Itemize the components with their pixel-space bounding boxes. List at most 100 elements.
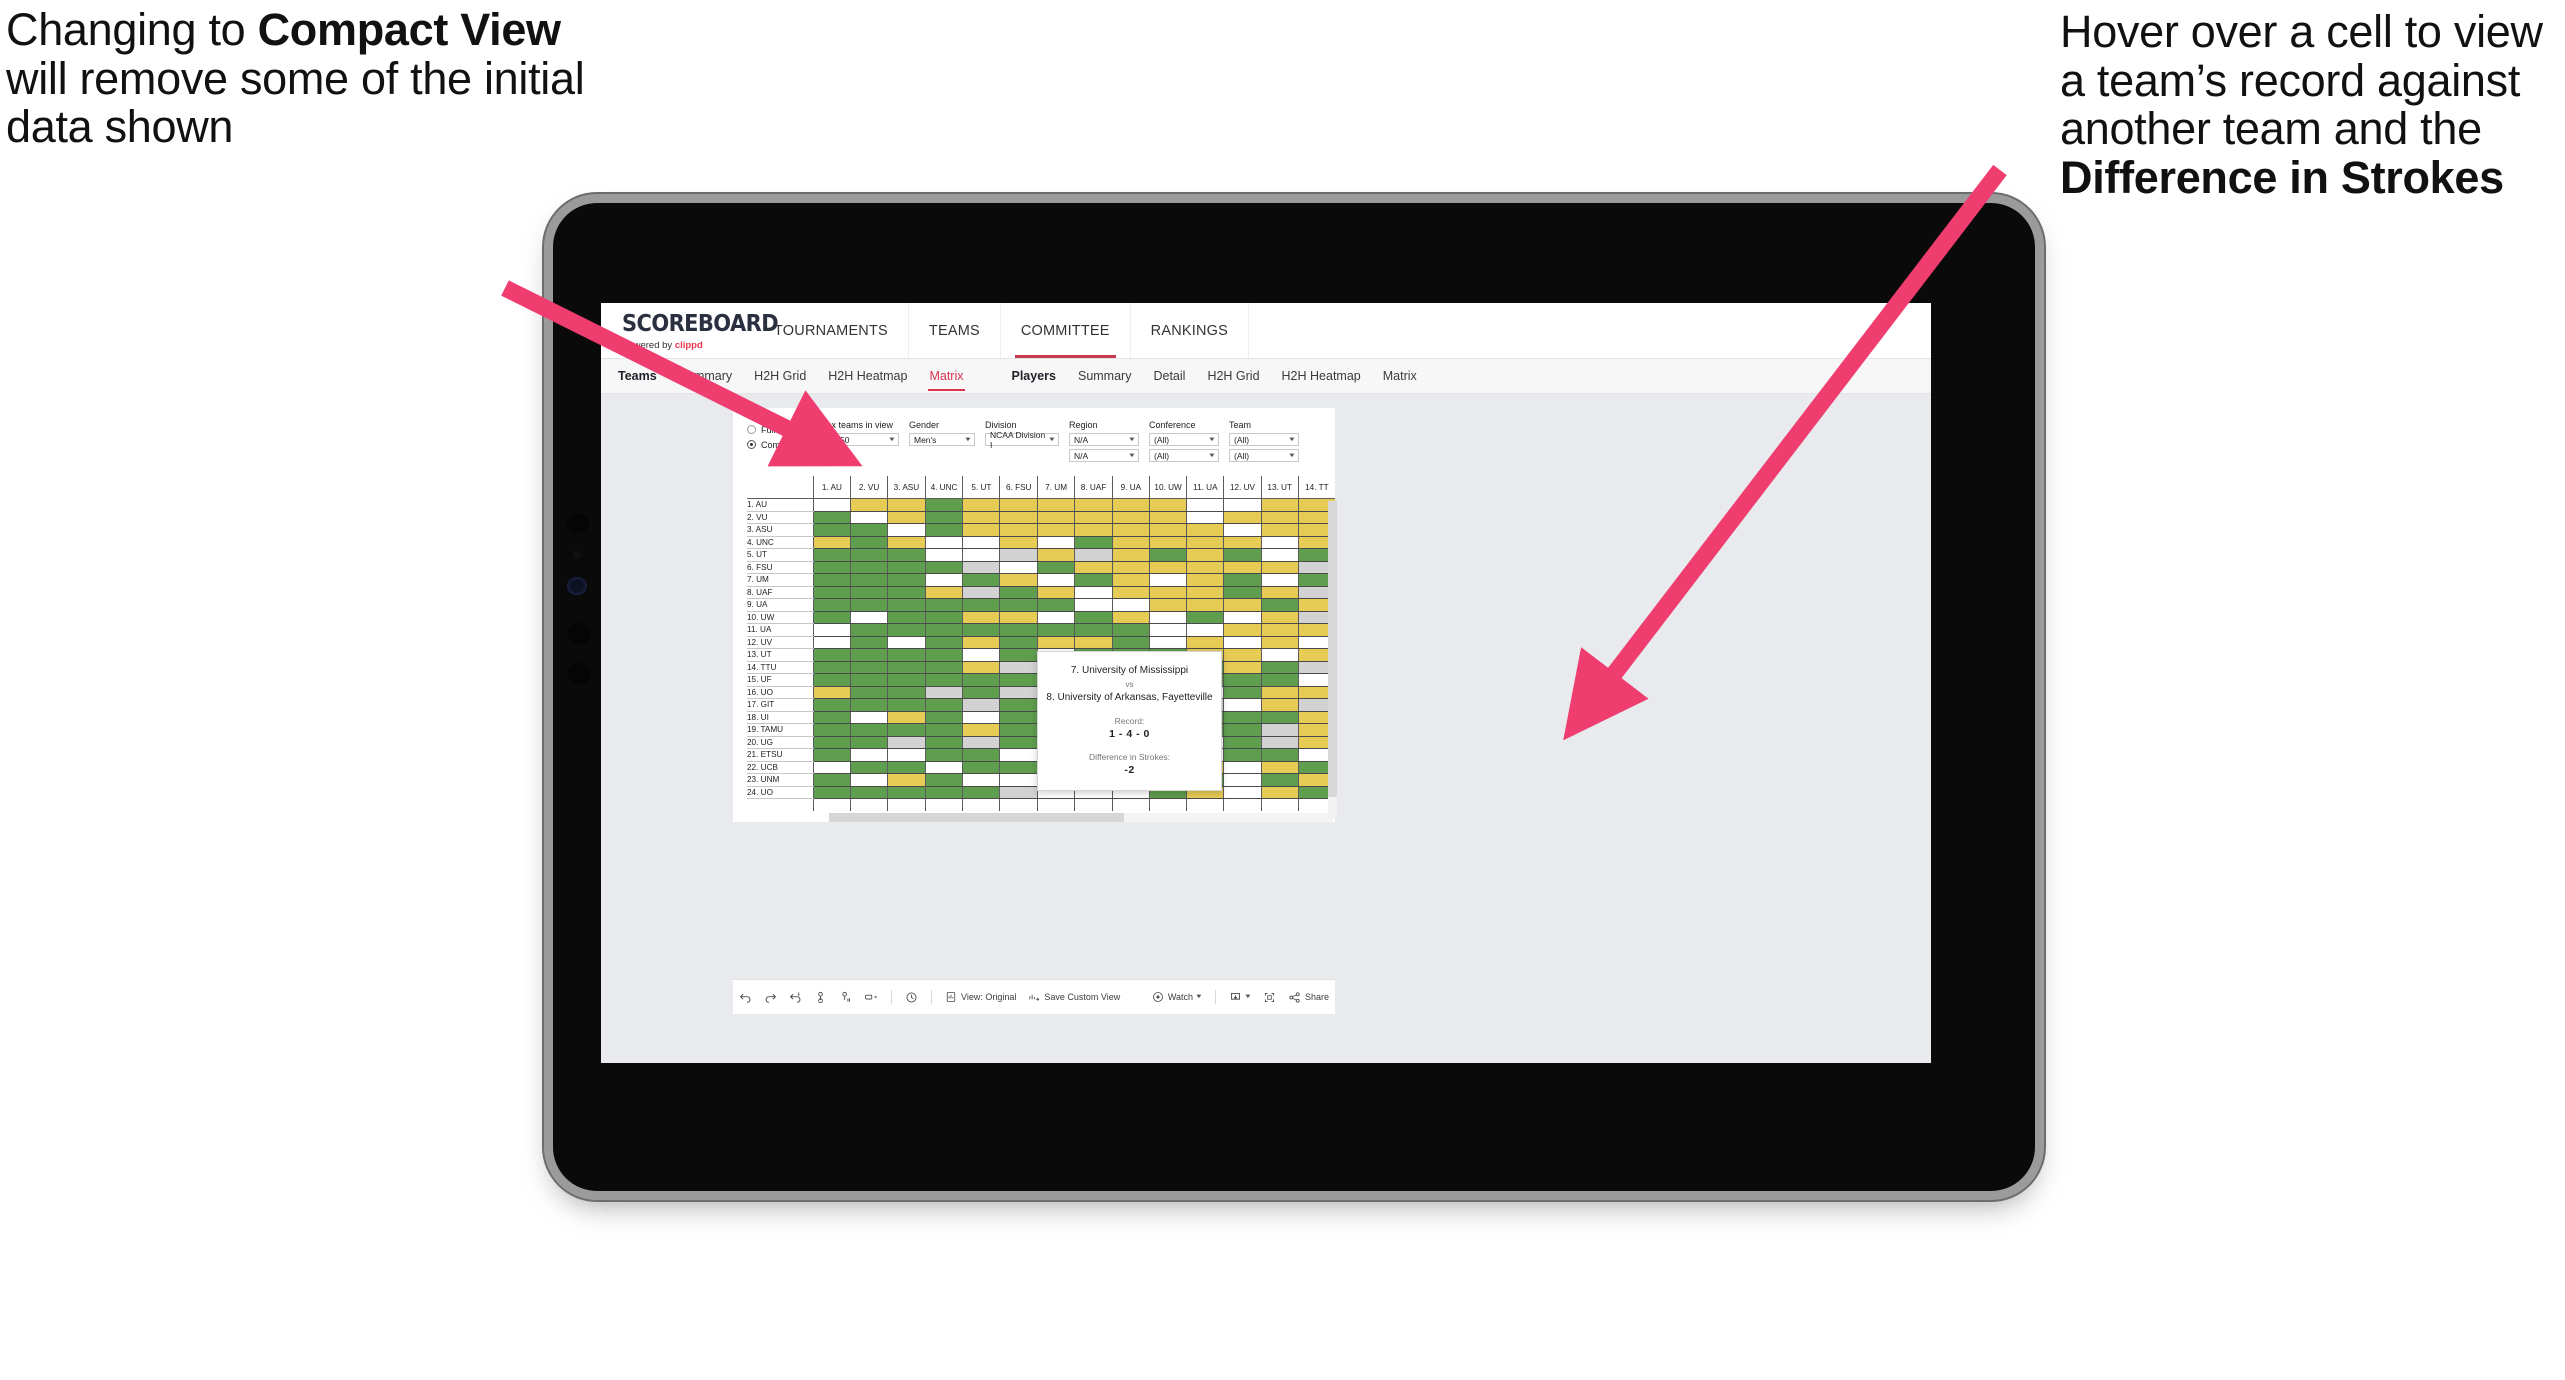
matrix-cell[interactable] [849, 723, 888, 737]
matrix-cell[interactable] [962, 561, 1000, 574]
matrix-cell[interactable] [1186, 623, 1224, 637]
matrix-cell[interactable] [999, 673, 1038, 687]
matrix-cell[interactable] [887, 561, 926, 574]
matrix-cell[interactable] [1260, 623, 1299, 637]
matrix-cell[interactable] [887, 748, 926, 762]
matrix-cell[interactable] [1111, 623, 1150, 637]
matrix-cell[interactable] [1223, 661, 1262, 674]
matrix-cell[interactable] [849, 498, 888, 512]
matrix-cell[interactable] [962, 698, 1000, 712]
nav-teams[interactable]: TEAMS [909, 303, 1001, 358]
matrix-cell[interactable] [1223, 498, 1262, 512]
matrix-cell[interactable] [1148, 623, 1187, 637]
matrix-cell[interactable] [999, 761, 1038, 774]
matrix-cell[interactable] [924, 611, 963, 624]
matrix-cell[interactable] [1223, 523, 1262, 537]
matrix-cell[interactable] [1260, 598, 1299, 612]
filter-region-select-2[interactable]: N/A ▼ [1069, 449, 1139, 462]
matrix-cell[interactable] [812, 623, 851, 637]
radio-full-view[interactable]: Full View [747, 422, 819, 437]
matrix-cell[interactable] [1260, 523, 1299, 537]
matrix-cell[interactable] [812, 673, 851, 687]
matrix-cell[interactable] [1148, 523, 1187, 537]
matrix-cell[interactable] [887, 673, 926, 687]
matrix-cell[interactable] [999, 686, 1038, 699]
matrix-cell[interactable] [849, 773, 888, 787]
matrix-cell[interactable] [1223, 561, 1262, 574]
matrix-cell[interactable] [1074, 586, 1113, 599]
matrix-cell[interactable] [924, 761, 963, 774]
matrix-cell[interactable] [962, 761, 1000, 774]
h2h-matrix[interactable]: 1. AU 2. VU 3. ASU 4. UNC 5. UT 6. FSU 7. UM 8.… [733, 476, 1337, 822]
matrix-vertical-scrollbar-thumb[interactable] [1328, 501, 1337, 797]
matrix-cell[interactable] [1223, 736, 1262, 749]
matrix-cell[interactable] [887, 498, 926, 512]
matrix-cell[interactable] [1186, 561, 1224, 574]
matrix-cell[interactable] [1036, 536, 1075, 549]
filter-max-teams-select[interactable]: Top 50 ▼ [819, 433, 899, 446]
matrix-cell[interactable] [999, 723, 1038, 737]
matrix-cell[interactable] [1260, 748, 1299, 762]
matrix-cell[interactable] [1223, 536, 1262, 549]
matrix-cell[interactable] [849, 623, 888, 637]
matrix-cell[interactable] [1148, 548, 1187, 562]
matrix-cell[interactable] [1223, 648, 1262, 662]
revert-button[interactable] [783, 991, 808, 1004]
matrix-row[interactable]: 9. UA [747, 598, 1335, 612]
matrix-cell[interactable] [849, 548, 888, 562]
matrix-cell[interactable] [812, 573, 851, 587]
matrix-cell[interactable] [887, 711, 926, 724]
matrix-cell[interactable] [1186, 511, 1224, 524]
matrix-cell[interactable] [849, 511, 888, 524]
matrix-horizontal-scrollbar[interactable] [829, 812, 1333, 822]
matrix-row[interactable]: 1. AU [747, 498, 1335, 512]
matrix-cell[interactable] [812, 598, 851, 612]
matrix-cell[interactable] [849, 786, 888, 799]
matrix-cell[interactable] [1074, 548, 1113, 562]
matrix-cell[interactable] [962, 498, 1000, 512]
matrix-cell[interactable] [887, 586, 926, 599]
matrix-cell[interactable] [924, 773, 963, 787]
matrix-cell[interactable] [1260, 786, 1299, 799]
matrix-cell[interactable] [1036, 623, 1075, 637]
filter-team-select-1[interactable]: (All) ▼ [1229, 433, 1299, 446]
refresh-button[interactable] [808, 991, 833, 1004]
matrix-cell[interactable] [1223, 711, 1262, 724]
subnav-teams-h2h-grid[interactable]: H2H Grid [743, 359, 817, 393]
matrix-cell[interactable] [1260, 673, 1299, 687]
matrix-cell[interactable] [1223, 548, 1262, 562]
matrix-cell[interactable] [1223, 611, 1262, 624]
matrix-cell[interactable] [849, 648, 888, 662]
matrix-cell[interactable] [924, 636, 963, 649]
matrix-cell[interactable] [924, 548, 963, 562]
matrix-cell[interactable] [1074, 523, 1113, 537]
matrix-cell[interactable] [849, 611, 888, 624]
matrix-cell[interactable] [1148, 536, 1187, 549]
nav-rankings[interactable]: RANKINGS [1131, 303, 1250, 358]
matrix-cell[interactable] [924, 498, 963, 512]
matrix-cell[interactable] [812, 698, 851, 712]
matrix-cell[interactable] [812, 748, 851, 762]
matrix-cell[interactable] [1260, 573, 1299, 587]
matrix-cell[interactable] [999, 573, 1038, 587]
matrix-cell[interactable] [849, 698, 888, 712]
matrix-cell[interactable] [849, 736, 888, 749]
matrix-cell[interactable] [1260, 498, 1299, 512]
pause-auto-update-button[interactable] [899, 991, 924, 1004]
matrix-cell[interactable] [812, 786, 851, 799]
matrix-cell[interactable] [999, 698, 1038, 712]
matrix-cell[interactable] [812, 511, 851, 524]
matrix-cell[interactable] [849, 686, 888, 699]
matrix-cell[interactable] [999, 548, 1038, 562]
matrix-cell[interactable] [962, 723, 1000, 737]
subnav-teams-h2h-heatmap[interactable]: H2H Heatmap [817, 359, 918, 393]
matrix-cell[interactable] [962, 511, 1000, 524]
matrix-cell[interactable] [924, 523, 963, 537]
matrix-cell[interactable] [1111, 598, 1150, 612]
matrix-cell[interactable] [849, 573, 888, 587]
matrix-cell[interactable] [1186, 536, 1224, 549]
matrix-cell[interactable] [1223, 511, 1262, 524]
subnav-players-h2h-grid[interactable]: H2H Grid [1196, 359, 1270, 393]
brand-logo[interactable]: SCOREBOARD Powered by clippd [601, 303, 779, 358]
matrix-cell[interactable] [1148, 511, 1187, 524]
